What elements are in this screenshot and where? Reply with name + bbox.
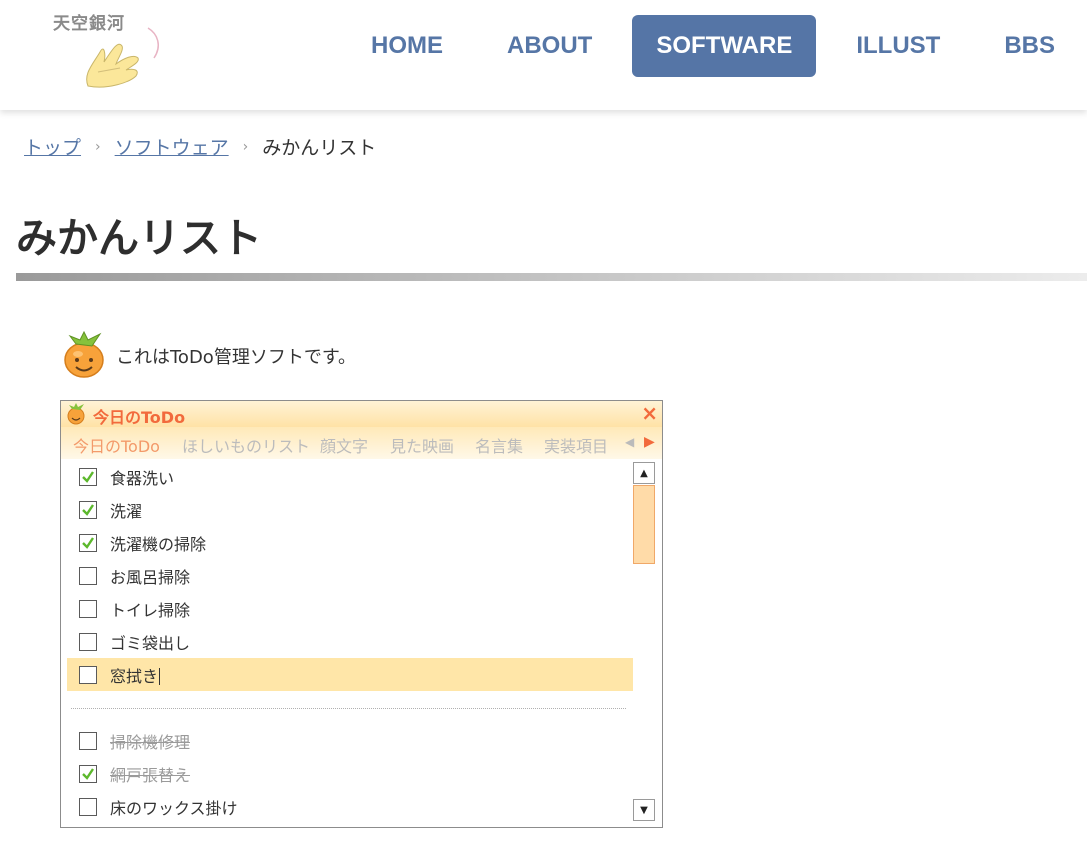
nav-illust[interactable]: ILLUST — [832, 15, 964, 77]
todo-checkbox[interactable] — [79, 632, 97, 651]
site-logo[interactable]: 天空銀河 — [48, 4, 178, 92]
todo-checkbox[interactable] — [79, 764, 97, 783]
mikan-app-icon — [67, 403, 85, 425]
todo-checkbox[interactable] — [79, 566, 97, 585]
app-tab-bar: 今日のToDo ほしいものリスト 顔文字 見た映画 名言集 実装項目 ◀ ▶ — [61, 427, 662, 459]
tab-today-todo[interactable]: 今日のToDo — [73, 433, 160, 457]
intro-text: これはToDo管理ソフトです。 — [116, 347, 357, 368]
checkmark-icon — [82, 767, 94, 780]
nav-software[interactable]: SOFTWARE — [632, 15, 817, 77]
todo-checkbox[interactable] — [79, 731, 97, 750]
list-divider — [71, 708, 626, 709]
tab-features[interactable]: 実装項目 — [544, 433, 608, 457]
todo-item-selected[interactable]: 窓拭き — [67, 658, 633, 691]
nav-bbs[interactable]: BBS — [980, 15, 1079, 77]
todo-item[interactable]: お風呂掃除 — [67, 559, 633, 592]
todo-label: 網戸張替え — [110, 765, 191, 785]
breadcrumb-separator: › — [95, 138, 101, 155]
todo-item[interactable]: 洗濯 — [67, 493, 633, 526]
nav-about[interactable]: ABOUT — [483, 15, 616, 77]
checkmark-icon — [82, 503, 94, 516]
logo-hand-icon — [86, 27, 160, 88]
todo-item[interactable]: ゴミ袋出し — [67, 625, 633, 658]
todo-item[interactable]: トイレ掃除 — [67, 592, 633, 625]
tab-next-icon[interactable]: ▶ — [644, 434, 655, 450]
todo-label: 床のワックス掛け — [110, 798, 238, 818]
todo-checkbox[interactable] — [79, 797, 97, 816]
todo-item[interactable]: 洗濯機の掃除 — [67, 526, 633, 559]
todo-label-editing[interactable]: 窓拭き — [110, 663, 160, 687]
todo-label: お風呂掃除 — [110, 567, 191, 587]
breadcrumb-current: みかんリスト — [262, 137, 377, 159]
todo-label: トイレ掃除 — [110, 600, 191, 620]
todo-checkbox[interactable] — [79, 533, 97, 552]
nav-home[interactable]: HOME — [347, 15, 467, 77]
app-title-bar: 今日のToDo × — [61, 401, 662, 427]
todo-label: 食器洗い — [110, 468, 175, 488]
tab-movies[interactable]: 見た映画 — [390, 433, 454, 457]
tab-wishlist[interactable]: ほしいものリスト — [182, 433, 310, 457]
tab-quotes[interactable]: 名言集 — [475, 433, 523, 457]
todo-label: ゴミ袋出し — [110, 633, 191, 653]
todo-label: 洗濯機の掃除 — [110, 534, 207, 554]
tab-prev-icon[interactable]: ◀ — [625, 435, 634, 449]
checkmark-icon — [82, 536, 94, 549]
page-title: みかんリスト — [16, 214, 262, 262]
site-header: 天空銀河 HOME ABOUT SOFTWARE ILLUST BBS — [0, 0, 1087, 110]
scrollbar-thumb[interactable] — [633, 485, 655, 564]
breadcrumb-top-link[interactable]: トップ — [24, 133, 81, 160]
todo-label: 洗濯 — [110, 501, 143, 521]
todo-checkbox[interactable] — [79, 500, 97, 519]
breadcrumb-software-link[interactable]: ソフトウェア — [115, 133, 229, 160]
todo-app-window: 今日のToDo × 今日のToDo ほしいものリスト 顔文字 見た映画 名言集 … — [60, 400, 663, 828]
breadcrumb-separator: › — [242, 138, 249, 155]
todo-checkbox[interactable] — [79, 665, 97, 684]
breadcrumb: トップ › ソフトウェア › みかんリスト — [24, 133, 376, 160]
mikan-mascot-icon — [64, 330, 104, 378]
tab-kaomoji[interactable]: 顔文字 — [320, 433, 368, 457]
todo-item[interactable]: 床のワックス掛け — [67, 790, 633, 823]
checkmark-icon — [82, 470, 94, 483]
todo-checkbox[interactable] — [79, 467, 97, 486]
app-title: 今日のToDo — [93, 408, 186, 427]
todo-item[interactable]: 掃除機修理 — [67, 724, 633, 757]
close-icon[interactable]: × — [641, 402, 658, 424]
todo-label: 掃除機修理 — [110, 732, 191, 752]
todo-checkbox[interactable] — [79, 599, 97, 618]
title-divider — [16, 273, 1087, 281]
todo-item[interactable]: 網戸張替え — [67, 757, 633, 790]
scroll-up-button[interactable]: ▲ — [633, 462, 655, 484]
scroll-down-button[interactable]: ▼ — [633, 799, 655, 821]
main-nav: HOME ABOUT SOFTWARE ILLUST BBS — [331, 15, 1087, 77]
todo-item[interactable]: 食器洗い — [67, 460, 633, 493]
